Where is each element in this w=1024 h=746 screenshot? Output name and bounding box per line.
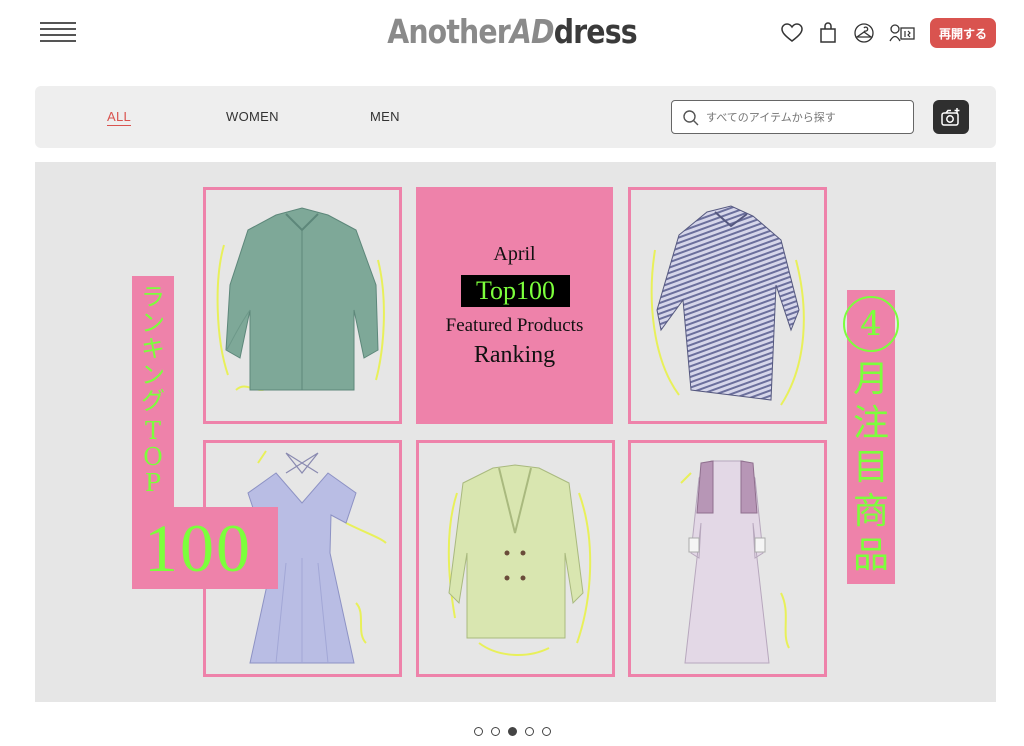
carousel-dot-3[interactable] [507, 727, 517, 736]
vertical-char: ン [141, 361, 165, 389]
vertical-char: グ [141, 387, 165, 415]
ranking-label: Ranking [473, 342, 556, 368]
site-header: AnotherADdress 再開する [0, 0, 1024, 68]
vertical-char: 注 [852, 403, 889, 444]
carousel-dot-2[interactable] [490, 727, 500, 736]
category-nav-bar: ALL WOMEN MEN [35, 86, 996, 148]
vertical-char: O [143, 443, 163, 471]
search-box [671, 100, 914, 134]
vertical-char: P [144, 469, 162, 497]
product-cell-striped-shirt[interactable] [628, 187, 827, 424]
heart-icon[interactable] [780, 21, 804, 45]
ranking-title: April Top100 Featured Products Ranking [416, 187, 613, 424]
logo-text-dress: dress [553, 12, 638, 51]
product-cell-green-shirt[interactable] [203, 187, 402, 424]
vertical-char: T [144, 417, 161, 445]
ranking-month: April [493, 243, 536, 265]
vertical-char: ン [141, 309, 165, 337]
vertical-char: 品 [852, 535, 889, 576]
camera-search-button[interactable] [933, 100, 969, 134]
camera-icon [941, 108, 960, 126]
logo-text-another: Another [387, 12, 511, 51]
header-actions: 再開する [768, 18, 996, 48]
carousel-pagination [0, 727, 1024, 736]
product-cell-lilac-dress[interactable] [628, 440, 827, 677]
search-input[interactable] [706, 108, 906, 126]
ranking-top100-label: Top100 [461, 275, 570, 307]
ranking-100-number: 100 [144, 510, 252, 586]
month-number-circle: 4 [843, 296, 899, 352]
ranking-featured-label: Featured Products [445, 315, 584, 336]
bag-icon[interactable] [816, 21, 840, 45]
search-icon [682, 109, 700, 132]
lime-jacket-image [447, 464, 592, 656]
ranking-title-panel: April Top100 Featured Products Ranking [416, 187, 613, 424]
carousel-dot-5[interactable] [541, 727, 551, 736]
green-shirt-image [216, 207, 385, 391]
tab-men[interactable]: MEN [370, 109, 400, 124]
vertical-char: 月 [852, 359, 889, 400]
logo-text-ad: AD [509, 12, 555, 51]
ranking-banner[interactable]: April Top100 Featured Products Ranking ラ… [35, 162, 996, 702]
tab-all[interactable]: ALL [107, 109, 132, 126]
member-card-icon[interactable] [888, 21, 916, 45]
vertical-char: ラ [141, 283, 165, 311]
tab-women[interactable]: WOMEN [226, 109, 279, 124]
ranking-100-label: 100 [132, 507, 278, 589]
carousel-dot-1[interactable] [473, 727, 483, 736]
striped-shirt-image [650, 205, 805, 406]
vertical-char: 商 [852, 491, 889, 532]
product-cell-lime-jacket[interactable] [416, 440, 615, 677]
carousel-dot-4[interactable] [524, 727, 534, 736]
vertical-char: 目 [852, 447, 889, 488]
resume-button[interactable]: 再開する [930, 18, 996, 48]
menu-icon[interactable] [40, 20, 76, 44]
hanger-icon[interactable] [852, 21, 876, 45]
lilac-dress-image [680, 460, 790, 664]
april-featured-vertical-label: 4 月 注 目 商 品 [843, 290, 899, 584]
vertical-char: キ [141, 335, 165, 363]
